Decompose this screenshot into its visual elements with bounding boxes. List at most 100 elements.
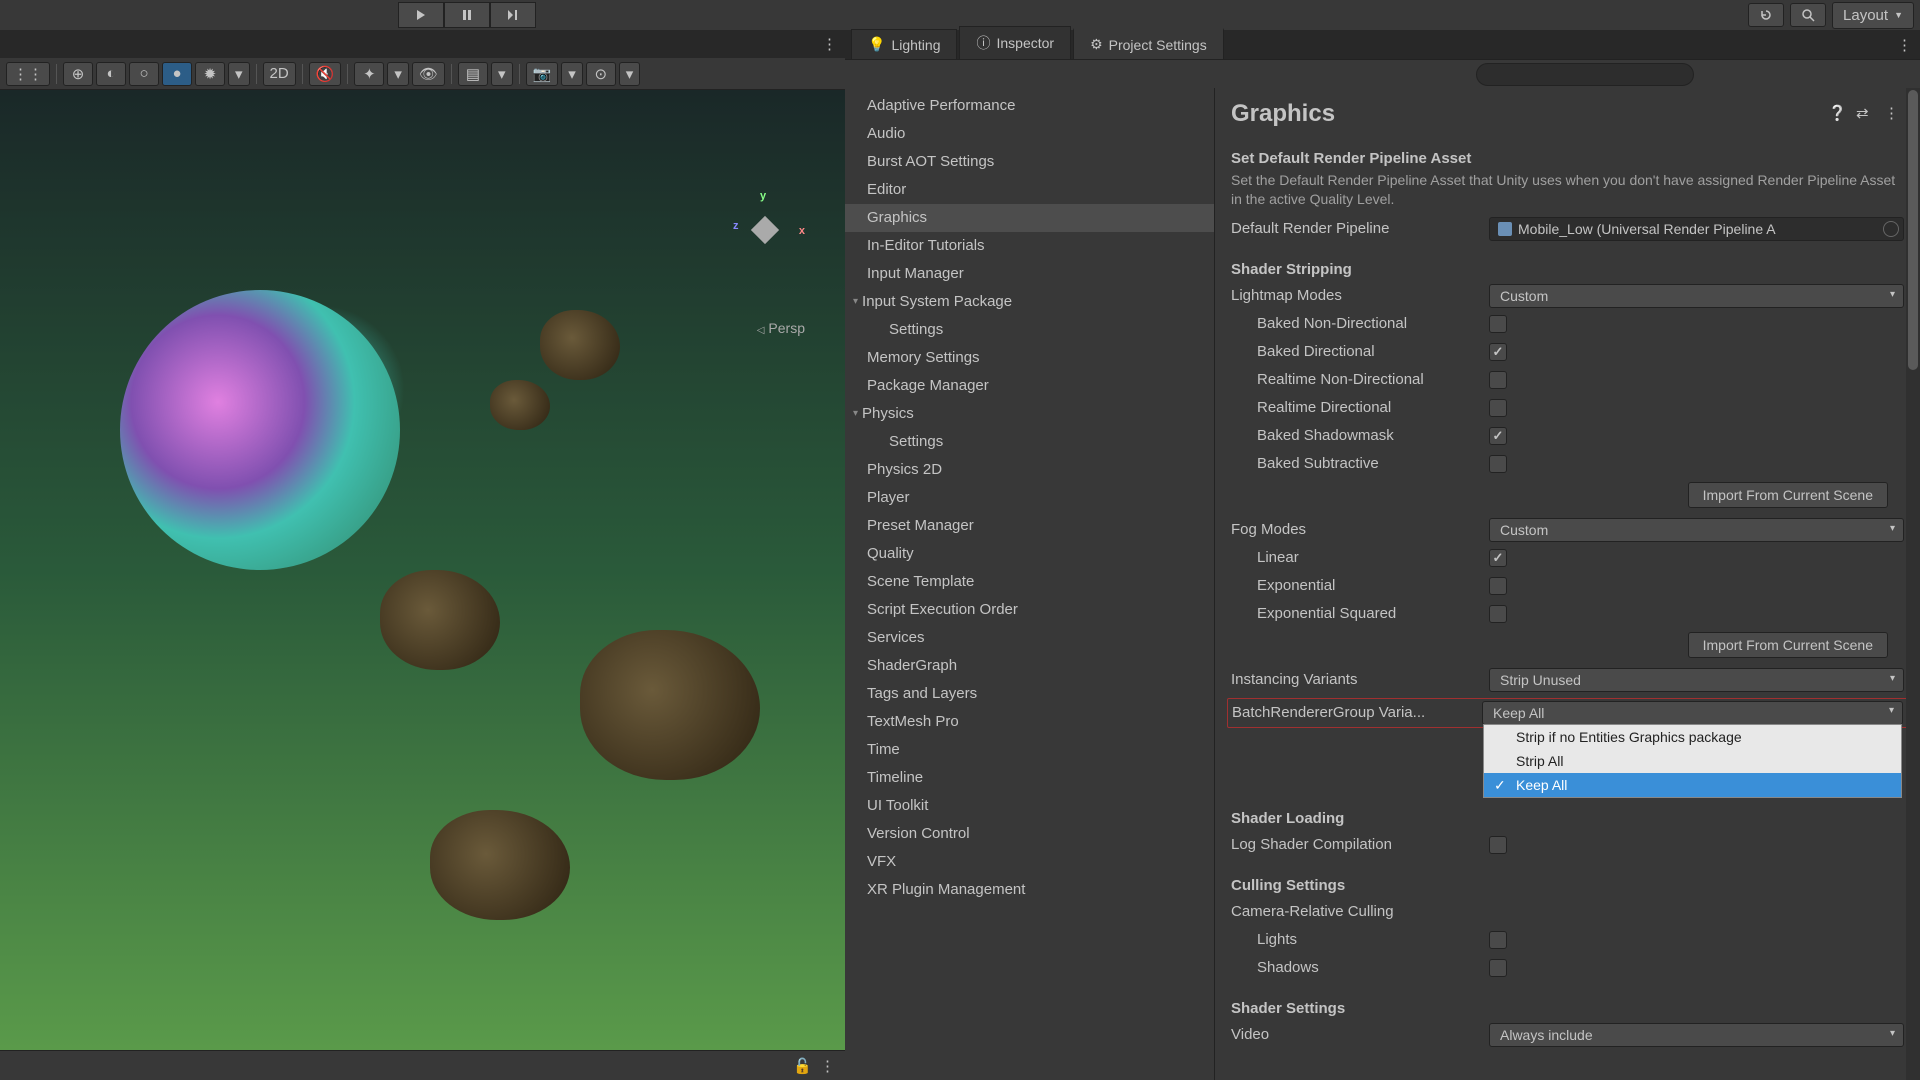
sidebar-item-input-system-package[interactable]: Input System Package xyxy=(845,288,1214,316)
layers-icon[interactable]: ▤ xyxy=(458,62,488,86)
sidebar-item-quality[interactable]: Quality xyxy=(845,540,1214,568)
sidebar-item-in-editor-tutorials[interactable]: In-Editor Tutorials xyxy=(845,232,1214,260)
kebab-icon[interactable]: ⋮ xyxy=(820,1057,835,1075)
sidebar-item-ui-toolkit[interactable]: UI Toolkit xyxy=(845,792,1214,820)
layout-dropdown[interactable]: Layout▼ xyxy=(1832,2,1914,29)
sidebar-item-shadergraph[interactable]: ShaderGraph xyxy=(845,652,1214,680)
help-icon[interactable]: ❔ xyxy=(1828,104,1848,124)
realtime-dir-checkbox[interactable] xyxy=(1489,399,1507,417)
pause-button[interactable] xyxy=(444,2,490,28)
perspective-label[interactable]: ◁Persp xyxy=(757,320,805,336)
tabs-kebab-icon[interactable]: ⋮ xyxy=(1897,36,1912,54)
sidebar-item-xr-plugin[interactable]: XR Plugin Management xyxy=(845,876,1214,904)
lightmap-modes-dropdown[interactable]: Custom xyxy=(1489,284,1904,308)
brg-option-keep-all[interactable]: Keep All xyxy=(1484,773,1901,797)
gizmos-icon[interactable]: ⊙ xyxy=(586,62,616,86)
sidebar-item-services[interactable]: Services xyxy=(845,624,1214,652)
fog-linear-checkbox[interactable] xyxy=(1489,549,1507,567)
shading-wireframe-icon[interactable]: ◐ xyxy=(96,62,126,86)
brg-option-strip-if-no-entities[interactable]: Strip if no Entities Graphics package xyxy=(1484,725,1901,749)
sidebar-item-input-manager[interactable]: Input Manager xyxy=(845,260,1214,288)
tabs-bar: 💡Lighting ⓘInspector ⚙Project Settings ⋮ xyxy=(845,30,1920,60)
audio-icon[interactable]: 🔇 xyxy=(309,62,342,86)
object-picker-icon[interactable] xyxy=(1883,221,1899,237)
step-button[interactable] xyxy=(490,2,536,28)
sidebar-item-audio[interactable]: Audio xyxy=(845,120,1214,148)
default-pipeline-field[interactable]: Mobile_Low (Universal Render Pipeline A xyxy=(1489,217,1904,241)
fx-dropdown[interactable]: ▾ xyxy=(387,62,409,86)
visibility-icon[interactable]: 👁 xyxy=(412,62,445,86)
sidebar-item-editor[interactable]: Editor xyxy=(845,176,1214,204)
log-compilation-checkbox[interactable] xyxy=(1489,836,1507,854)
import-fog-button[interactable]: Import From Current Scene xyxy=(1688,632,1888,658)
play-button[interactable] xyxy=(398,2,444,28)
sidebar-item-player[interactable]: Player xyxy=(845,484,1214,512)
orientation-gizmo[interactable]: y x z xyxy=(725,190,805,270)
sidebar-item-scene-template[interactable]: Scene Template xyxy=(845,568,1214,596)
sidebar-item-adaptive-performance[interactable]: Adaptive Performance xyxy=(845,92,1214,120)
tab-lighting[interactable]: 💡Lighting xyxy=(851,29,957,59)
right-panel: 💡Lighting ⓘInspector ⚙Project Settings ⋮… xyxy=(845,30,1920,1080)
culling-shadows-checkbox[interactable] xyxy=(1489,959,1507,977)
fog-exp-checkbox[interactable] xyxy=(1489,577,1507,595)
baked-non-dir-checkbox[interactable] xyxy=(1489,315,1507,333)
sidebar-item-physics-2d[interactable]: Physics 2D xyxy=(845,456,1214,484)
sidebar-item-script-execution-order[interactable]: Script Execution Order xyxy=(845,596,1214,624)
brg-option-strip-all[interactable]: Strip All xyxy=(1484,749,1901,773)
baked-dir-label: Baked Directional xyxy=(1231,343,1489,360)
kebab-icon[interactable]: ⋮ xyxy=(1884,104,1904,124)
fog-exp-sq-checkbox[interactable] xyxy=(1489,605,1507,623)
tab-inspector[interactable]: ⓘInspector xyxy=(959,26,1071,59)
settings-icon[interactable]: ⇄ xyxy=(1856,104,1876,124)
sidebar-item-preset-manager[interactable]: Preset Manager xyxy=(845,512,1214,540)
sidebar-item-vfx[interactable]: VFX xyxy=(845,848,1214,876)
sidebar-item-input-system-settings[interactable]: Settings xyxy=(845,316,1214,344)
settings-search-input[interactable] xyxy=(1476,63,1694,86)
2d-toggle[interactable]: 2D xyxy=(263,62,296,86)
sidebar-item-tags-layers[interactable]: Tags and Layers xyxy=(845,680,1214,708)
sidebar-item-textmesh-pro[interactable]: TextMesh Pro xyxy=(845,708,1214,736)
shading-unlit-icon[interactable]: ○ xyxy=(129,62,159,86)
sidebar-item-version-control[interactable]: Version Control xyxy=(845,820,1214,848)
scene-view[interactable]: y x z ◁Persp xyxy=(0,90,845,1050)
camera-icon[interactable]: 📷 xyxy=(526,62,559,86)
sidebar-item-burst-aot[interactable]: Burst AOT Settings xyxy=(845,148,1214,176)
culling-lights-checkbox[interactable] xyxy=(1489,931,1507,949)
log-compilation-label: Log Shader Compilation xyxy=(1231,836,1489,853)
settings-sidebar: Adaptive Performance Audio Burst AOT Set… xyxy=(845,88,1215,1080)
fx-icon[interactable]: ✦ xyxy=(354,62,384,86)
import-lightmap-button[interactable]: Import From Current Scene xyxy=(1688,482,1888,508)
sidebar-item-time[interactable]: Time xyxy=(845,736,1214,764)
gizmos-dropdown[interactable]: ▾ xyxy=(619,62,641,86)
video-dropdown[interactable]: Always include xyxy=(1489,1023,1904,1047)
baked-non-dir-label: Baked Non-Directional xyxy=(1231,315,1489,332)
baked-shadowmask-checkbox[interactable] xyxy=(1489,427,1507,445)
camera-dropdown[interactable]: ▾ xyxy=(561,62,583,86)
sidebar-item-memory-settings[interactable]: Memory Settings xyxy=(845,344,1214,372)
undo-history-button[interactable] xyxy=(1748,3,1784,27)
brg-dropdown[interactable]: Keep All ▾ Strip if no Entities Graphics… xyxy=(1482,701,1903,725)
brg-dropdown-menu: Strip if no Entities Graphics package St… xyxy=(1483,724,1902,798)
layers-dropdown[interactable]: ▾ xyxy=(491,62,513,86)
realtime-non-dir-checkbox[interactable] xyxy=(1489,371,1507,389)
fog-modes-dropdown[interactable]: Custom xyxy=(1489,518,1904,542)
draw-mode-icon[interactable]: ⊕ xyxy=(63,62,93,86)
sidebar-item-physics[interactable]: Physics xyxy=(845,400,1214,428)
sidebar-item-physics-settings[interactable]: Settings xyxy=(845,428,1214,456)
tab-project-settings[interactable]: ⚙Project Settings xyxy=(1073,28,1224,59)
sidebar-item-graphics[interactable]: Graphics xyxy=(845,204,1214,232)
debug-icon[interactable]: ✹ xyxy=(195,62,225,86)
scene-kebab-icon[interactable]: ⋮ xyxy=(822,35,837,53)
instancing-dropdown[interactable]: Strip Unused xyxy=(1489,668,1904,692)
baked-dir-checkbox[interactable] xyxy=(1489,343,1507,361)
shading-shaded-icon[interactable]: ● xyxy=(162,62,192,86)
realtime-dir-label: Realtime Directional xyxy=(1231,399,1489,416)
baked-subtractive-checkbox[interactable] xyxy=(1489,455,1507,473)
lock-icon[interactable]: 🔓 xyxy=(793,1057,812,1075)
search-button[interactable] xyxy=(1790,3,1826,27)
sidebar-item-package-manager[interactable]: Package Manager xyxy=(845,372,1214,400)
sidebar-item-timeline[interactable]: Timeline xyxy=(845,764,1214,792)
scrollbar[interactable] xyxy=(1906,88,1920,1080)
tool-grid[interactable]: ⋮⋮ xyxy=(6,62,50,86)
debug-dropdown[interactable]: ▾ xyxy=(228,62,250,86)
